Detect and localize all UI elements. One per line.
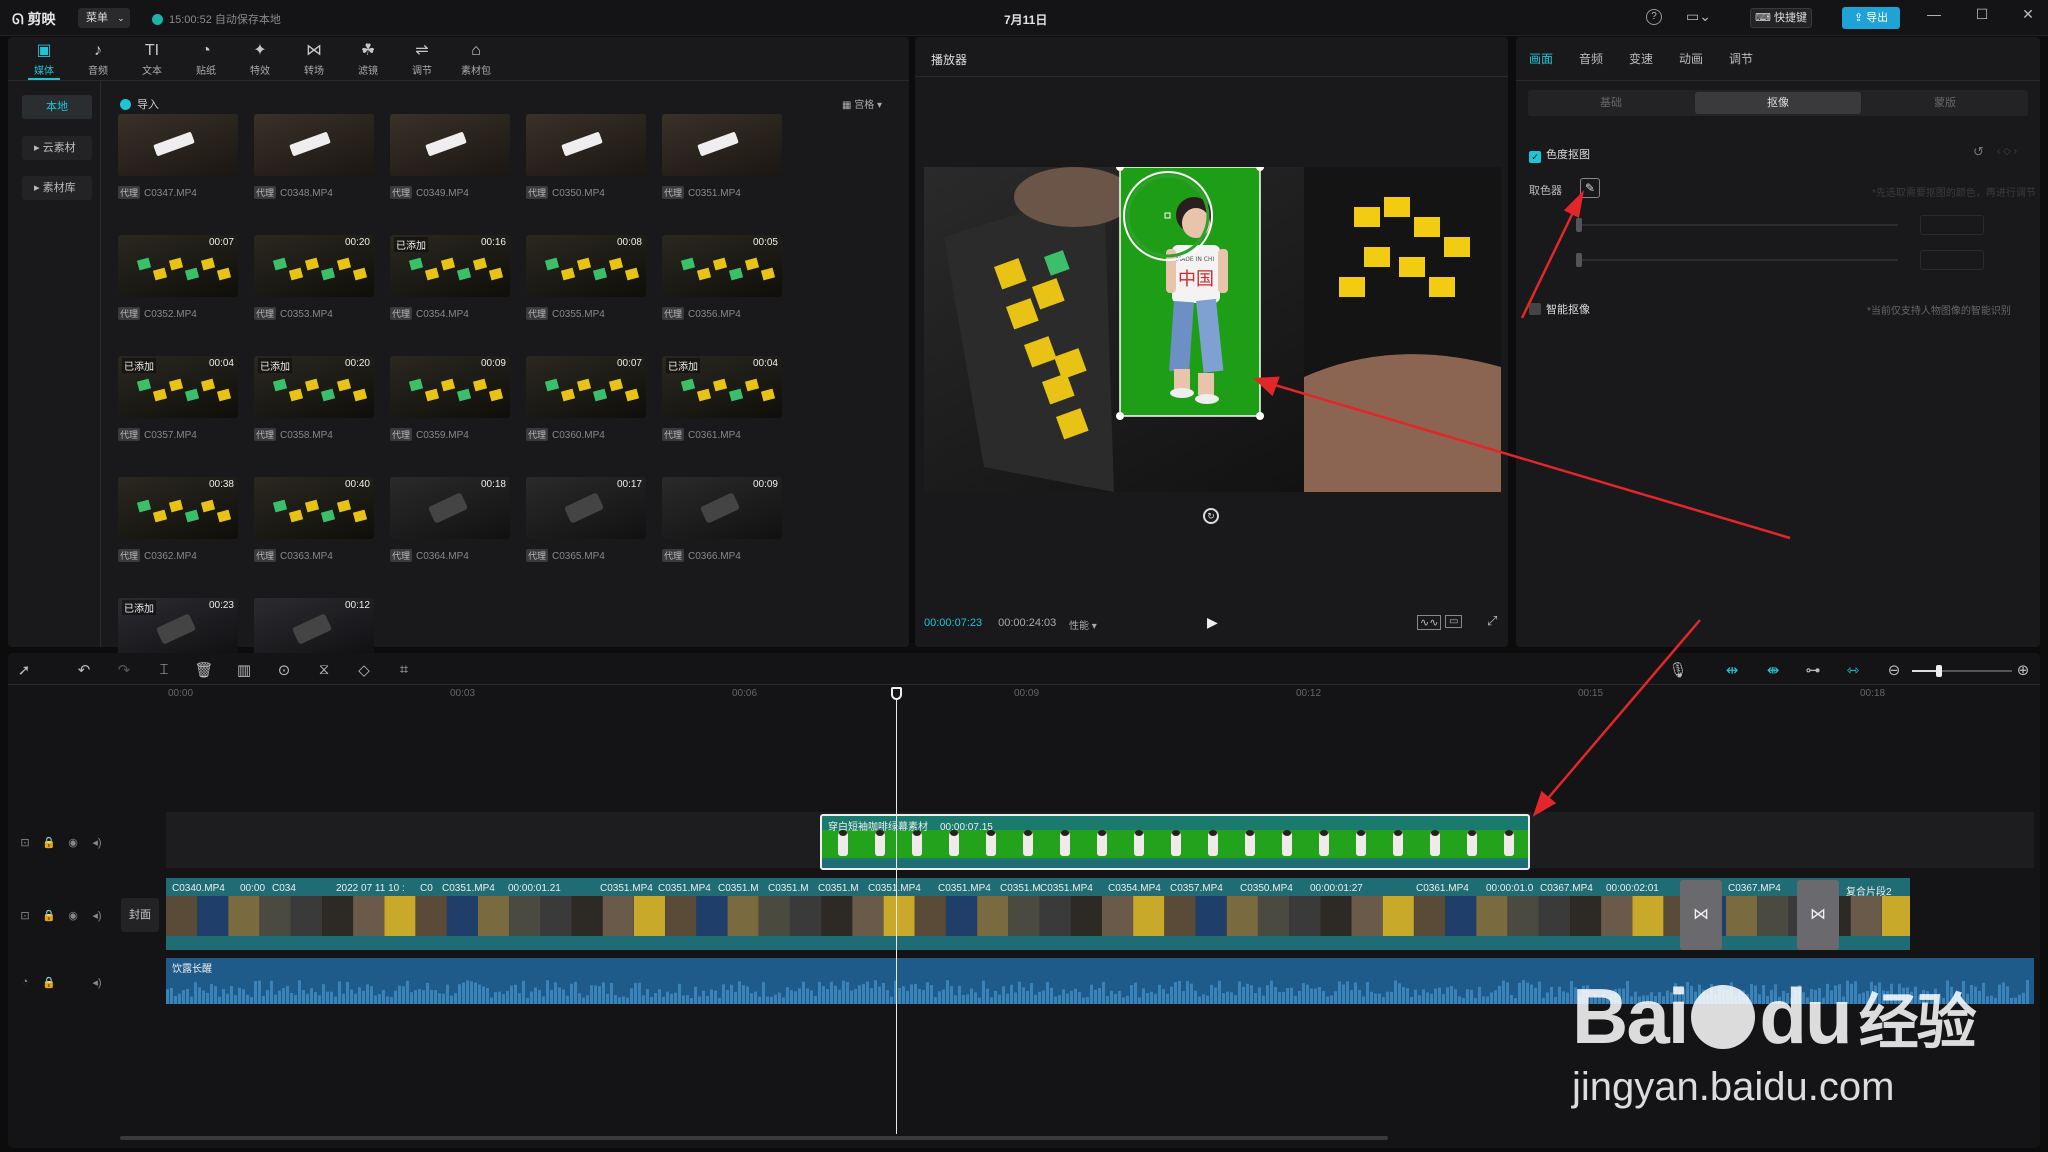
watermark-brand: Bai du 经验 (1572, 976, 1977, 1063)
watermark-url: jingyan.baidu.com (1572, 1065, 1895, 1109)
watermark-cn: 经验 (1858, 989, 1977, 1056)
watermark: Bai du 经验 jingyan.baidu.com (1572, 976, 1977, 1110)
watermark-brand-1: Bai (1572, 972, 1689, 1060)
watermark-brand-2: du (1759, 972, 1852, 1060)
paw-icon (1691, 985, 1756, 1049)
